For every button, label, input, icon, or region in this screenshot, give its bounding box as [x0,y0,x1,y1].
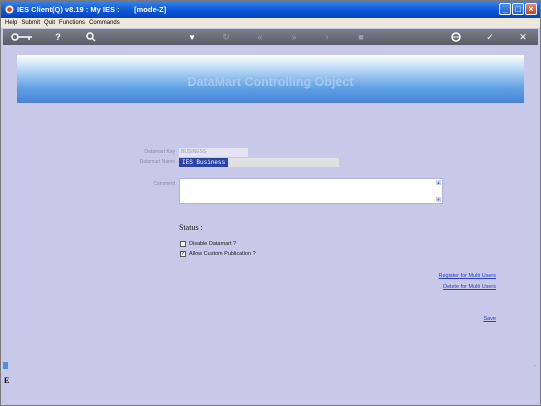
register-multi-users-link[interactable]: Register for Multi Users [396,273,496,279]
datamart-key-label: Datamart Key [144,149,175,155]
allow-custom-publication-label: Allow Custom Publication ? [189,251,256,257]
fast-forward-icon[interactable]: » [288,31,300,43]
datamart-key-field[interactable]: BUSINESS [179,148,248,157]
close-icon[interactable]: ✕ [517,31,529,43]
datamart-name-value: IES Business [179,158,229,167]
menu-help[interactable]: Help [5,20,17,26]
menu-commands[interactable]: Commands [89,20,120,26]
page-title: DataMart Controlling Object [187,75,354,89]
disable-datamart-option[interactable]: Disable Datamart ? [180,241,236,247]
datamart-name-field[interactable]: IES Business [179,158,339,167]
title-bar[interactable]: IES Client(Q) v8.19 : My IES : [mode-Z] … [1,1,540,18]
ies-app-icon [5,5,14,14]
header-banner: DataMart Controlling Object [17,55,524,103]
menu-quit[interactable]: Quit [44,20,55,26]
datamart-name-label: Datamart Name [139,159,175,165]
scroll-down-icon[interactable]: ▼ [436,197,441,202]
key-icon[interactable] [11,31,33,43]
side-marker: · [534,363,536,369]
side-tab[interactable] [3,362,8,369]
next-icon[interactable]: › [321,31,333,43]
menu-functions[interactable]: Functions [59,20,85,26]
side-letter: E [4,376,10,385]
delete-multi-users-link[interactable]: Delete for Multi Users [396,284,496,290]
comment-field[interactable]: ▲ ▼ [179,178,443,204]
rewind-icon[interactable]: « [254,31,266,43]
allow-custom-publication-option[interactable]: ✓ Allow Custom Publication ? [180,251,256,257]
globe-icon[interactable] [450,31,462,43]
disable-datamart-label: Disable Datamart ? [189,241,237,247]
check-icon[interactable]: ✓ [484,31,496,43]
window-title: IES Client(Q) v8.19 : My IES : [mode-Z] [17,5,167,14]
allow-custom-publication-checkbox[interactable]: ✓ [180,251,186,257]
menu-bar: Help Submit Quit Functions Commands [1,18,540,28]
disable-datamart-checkbox[interactable] [180,241,186,247]
maximize-icon[interactable]: □ [512,3,524,15]
app-window: IES Client(Q) v8.19 : My IES : [mode-Z] … [0,0,541,406]
menu-submit[interactable]: Submit [21,20,40,26]
search-icon[interactable] [85,31,97,43]
help-icon[interactable]: ? [52,31,64,43]
window-controls: _ □ × [499,3,537,15]
close-icon[interactable]: × [525,3,537,15]
minimize-icon[interactable]: _ [499,3,511,15]
stop-icon[interactable]: ■ [355,31,367,43]
scroll-up-icon[interactable]: ▲ [436,180,441,185]
comment-label: Comment [153,181,175,187]
status-label: Status : [179,223,203,232]
toolbar: ? ♥ ↻ « » › ■ ✓ ✕ [3,29,538,45]
heart-icon[interactable]: ♥ [186,31,198,43]
save-link[interactable]: Save [456,316,496,322]
refresh-icon[interactable]: ↻ [220,31,232,43]
